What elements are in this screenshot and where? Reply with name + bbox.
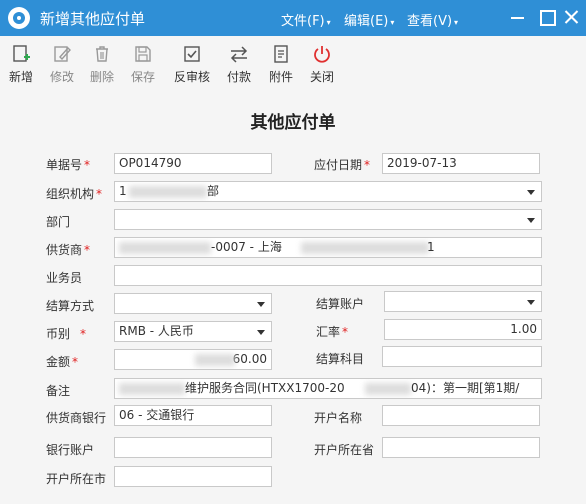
rate-field[interactable]: 1.00 (384, 319, 542, 340)
trash-icon (96, 46, 108, 62)
org-label: 组织机构 * (46, 187, 103, 201)
title-bar: 新增其他应付单 文件(F) ▾ 编辑(E) ▾ 查看(V) ▾ (0, 0, 586, 36)
account-name-field[interactable] (382, 405, 540, 426)
redacted-text (365, 383, 411, 395)
supplier-bank-label: 供货商银行 (46, 411, 107, 425)
settle-method-label: 结算方式 (46, 299, 95, 313)
amount-label: 金额 * (46, 355, 79, 369)
new-button[interactable]: 新增 (6, 44, 36, 88)
account-name-label: 开户名称 (314, 411, 363, 425)
bank-account-label: 银行账户 (46, 443, 95, 457)
supplier-label: 供货商 * (46, 243, 91, 257)
supplier-field[interactable]: -0007 - 上海 1 (114, 237, 542, 258)
open-province-label: 开户所在省 (314, 443, 375, 457)
pay-date-field[interactable]: 2019-07-13 (382, 153, 540, 174)
save-icon (135, 46, 151, 62)
remark-field[interactable]: 维护服务合同(HTXX1700-20 04)：第一期[第1期/ (114, 378, 542, 399)
subject-label: 结算科目 (316, 352, 365, 366)
open-province-field[interactable] (382, 437, 540, 458)
delete-button[interactable]: 删除 (87, 44, 117, 88)
form-title: 其他应付单 (250, 113, 336, 133)
edit-button[interactable]: 修改 (47, 44, 77, 88)
close-window-button[interactable] (560, 6, 584, 28)
transfer-icon (230, 46, 248, 63)
pay-date-label: 应付日期 * (314, 158, 371, 172)
doc-no-label: 单据号 * (46, 158, 91, 172)
salesman-field[interactable] (114, 265, 542, 286)
menu-view[interactable]: 查看(V) ▾ (407, 10, 458, 29)
unaudit-icon (184, 46, 200, 62)
dept-select[interactable] (114, 209, 542, 230)
dept-label: 部门 (46, 215, 71, 229)
save-button[interactable]: 保存 (128, 44, 158, 88)
rate-label: 汇率 * (316, 325, 349, 339)
org-select[interactable]: 1 部 (114, 181, 542, 202)
bank-account-field[interactable] (114, 437, 272, 458)
maximize-button[interactable] (535, 6, 559, 28)
redacted-text (119, 383, 185, 395)
edit-icon (54, 46, 71, 62)
power-icon (314, 46, 330, 63)
window-title: 新增其他应付单 (40, 10, 146, 28)
attachment-button[interactable]: 附件 (266, 44, 296, 88)
menu-edit[interactable]: 编辑(E) ▾ (344, 10, 394, 29)
open-city-label: 开户所在市 (46, 472, 107, 486)
doc-no-field[interactable]: OP014790 (114, 153, 272, 174)
new-doc-icon (13, 45, 30, 62)
payment-button[interactable]: 付款 (224, 44, 254, 88)
close-button[interactable]: 关闭 (307, 44, 337, 88)
amount-field[interactable]: 60.00 (114, 349, 272, 370)
open-city-field[interactable] (114, 466, 272, 487)
settle-account-label: 结算账户 (316, 297, 365, 311)
menu-file[interactable]: 文件(F) ▾ (281, 10, 331, 29)
attachment-icon (274, 45, 288, 63)
currency-select[interactable]: RMB - 人民币 (114, 321, 272, 342)
minimize-button[interactable] (506, 6, 530, 28)
settle-account-select[interactable] (384, 291, 542, 312)
redacted-text (301, 242, 429, 254)
supplier-bank-field[interactable]: 06 - 交通银行 (114, 405, 272, 426)
menu-caret-icon: ▾ (326, 18, 331, 27)
unaudit-button[interactable]: 反审核 (171, 44, 213, 88)
currency-label: 币别 * (46, 327, 87, 341)
remark-label: 备注 (46, 384, 71, 398)
redacted-text (129, 186, 207, 198)
toolbar: 新增 修改 删除 保存 反审核 付款 附件 关闭 (0, 36, 586, 90)
redacted-text (195, 354, 235, 366)
menu-caret-icon: ▾ (454, 18, 459, 27)
redacted-text (119, 242, 211, 254)
settle-method-select[interactable] (114, 293, 272, 314)
menu-caret-icon: ▾ (390, 18, 395, 27)
salesman-label: 业务员 (46, 271, 83, 285)
subject-field[interactable] (382, 346, 542, 367)
app-logo-icon (8, 7, 30, 29)
